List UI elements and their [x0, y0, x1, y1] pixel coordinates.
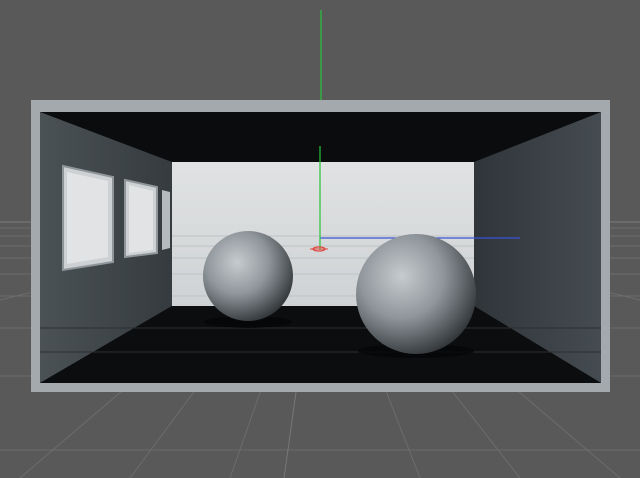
3d-viewport[interactable]: [0, 0, 640, 478]
viewport-canvas[interactable]: [0, 0, 640, 478]
